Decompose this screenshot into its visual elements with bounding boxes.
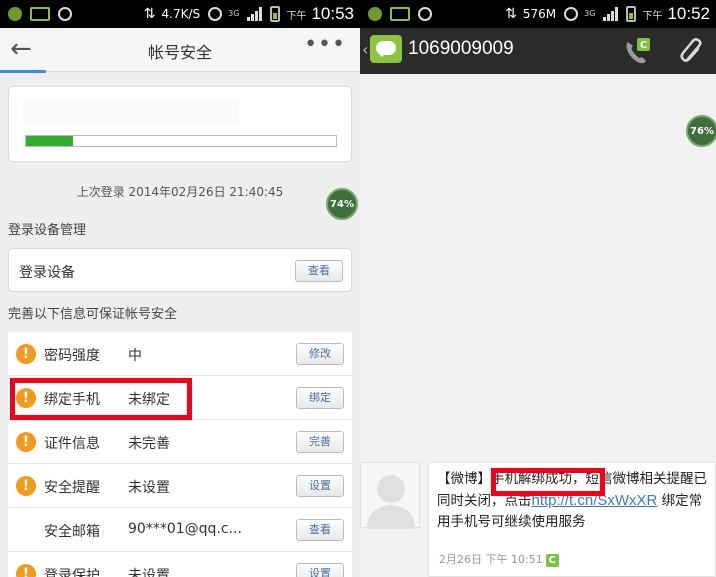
signal-icon [247, 7, 263, 21]
call-icon[interactable]: C [622, 36, 652, 66]
data-transfer-icon: ⇅ [143, 6, 156, 22]
item-value: 90***01@qq.c... [128, 521, 242, 537]
data-transfer-icon: ⇅ [505, 6, 517, 22]
status-time: 10:52 [667, 4, 710, 23]
security-progress-fill [26, 136, 73, 146]
network-type: 3G [584, 9, 596, 18]
app-header: ← 帐号安全 ••• [0, 28, 360, 73]
battery-app-icon [390, 7, 410, 21]
app-notification-icon [8, 7, 22, 21]
bind-phone-button[interactable]: 绑定 [296, 387, 344, 409]
item-label: 登录保护 [44, 568, 100, 577]
status-time: 10:53 [311, 4, 354, 23]
person-placeholder-icon [367, 475, 415, 529]
sms-app-icon[interactable] [370, 35, 402, 63]
memory-usage: 576M [522, 7, 557, 21]
status-ampm: 下午 [286, 10, 307, 22]
info-section-title: 完善以下信息可保证帐号安全 [8, 307, 178, 322]
hidden-account-name [23, 99, 239, 125]
security-score-card [8, 86, 352, 162]
complete-id-button[interactable]: 完善 [296, 431, 344, 453]
status-bar: ⇅ 576M 3G 下午 10:52 [360, 0, 716, 28]
view-email-button[interactable]: 查看 [296, 519, 344, 541]
account-security-screen: ⇅ 4.7K/S 3G 下午 10:53 ← 帐号安全 ••• 上次登录 201… [0, 0, 360, 577]
warning-icon: ! [16, 432, 36, 452]
set-protection-button[interactable]: 设置 [296, 563, 344, 577]
network-type: 3G [228, 9, 240, 18]
highlight-box-unbind-success [491, 468, 605, 496]
warning-icon: ! [16, 476, 36, 496]
warning-icon: ! [16, 564, 36, 577]
back-chevron-icon[interactable]: ‹ [362, 40, 368, 59]
set-alert-button[interactable]: 设置 [296, 475, 344, 497]
app-notification-icon [368, 7, 382, 21]
battery-icon [626, 6, 637, 22]
loading-indicator [0, 70, 46, 73]
sync-icon [58, 7, 72, 21]
alarm-icon [564, 7, 579, 21]
network-speed: 4.7K/S [161, 7, 201, 21]
status-bar: ⇅ 4.7K/S 3G 下午 10:53 [0, 0, 360, 28]
list-item-id-info[interactable]: ! 证件信息 未完善 完善 [8, 420, 352, 464]
list-item-security-email[interactable]: 安全邮箱 90***01@qq.c... 查看 [8, 508, 352, 552]
attachment-icon[interactable] [678, 36, 706, 66]
message-prefix: 【微博】 [437, 471, 491, 487]
floating-percent-badge[interactable]: 76% [686, 115, 716, 147]
sms-conversation-screen: ⇅ 576M 3G 下午 10:52 ‹ 1069009009 C 76% 【微… [360, 0, 716, 577]
item-label: 安全提醒 [44, 480, 100, 496]
message-time: 2月26日 下午 10:51 C [439, 551, 559, 567]
list-item-login-protection[interactable]: ! 登录保护 未设置 设置 [8, 552, 352, 577]
device-section-title: 登录设备管理 [8, 223, 87, 238]
carrier-badge-icon: C [545, 554, 559, 567]
item-label: 安全邮箱 [44, 524, 100, 540]
battery-app-icon [30, 7, 50, 21]
view-devices-button[interactable]: 查看 [295, 260, 343, 282]
signal-icon [603, 7, 619, 21]
svg-text:C: C [640, 40, 647, 51]
message-timestamp: 2月26日 下午 10:51 [439, 553, 543, 566]
list-item-password[interactable]: ! 密码强度 中 修改 [8, 332, 352, 376]
alarm-icon [208, 7, 223, 21]
highlight-box-bind-phone [10, 378, 192, 420]
contact-avatar [360, 462, 420, 529]
warning-icon: ! [16, 344, 36, 364]
item-value: 未完善 [128, 436, 170, 452]
more-menu-icon[interactable]: ••• [304, 32, 346, 57]
device-row[interactable]: 登录设备 查看 [8, 248, 352, 292]
item-label: 密码强度 [44, 348, 100, 364]
last-login-time: 上次登录 2014年02月26日 21:40:45 [76, 185, 284, 199]
list-item-security-alert[interactable]: ! 安全提醒 未设置 设置 [8, 464, 352, 508]
sender-number: 1069009009 [408, 38, 514, 59]
sync-icon [418, 7, 432, 21]
item-value: 中 [128, 348, 142, 364]
battery-icon [270, 6, 281, 22]
floating-percent-badge[interactable]: 74% [326, 188, 358, 220]
conversation-header: ‹ 1069009009 C [360, 28, 716, 74]
item-value: 未设置 [128, 568, 170, 577]
item-value: 未设置 [128, 480, 170, 496]
status-ampm: 下午 [642, 10, 663, 22]
modify-password-button[interactable]: 修改 [296, 343, 344, 365]
device-row-label: 登录设备 [19, 265, 75, 281]
item-label: 证件信息 [44, 436, 100, 452]
security-progress-bar [25, 135, 337, 147]
